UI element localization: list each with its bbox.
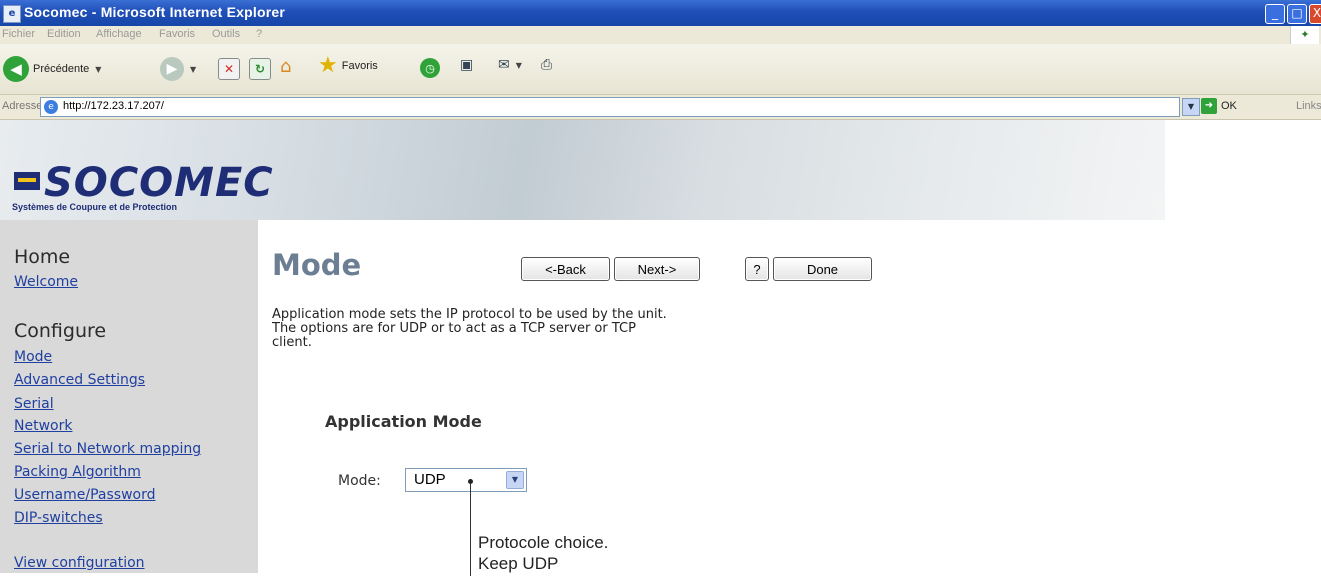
menu-favoris[interactable]: Favoris: [159, 28, 195, 40]
favorites-button[interactable]: ★ Favoris: [318, 55, 378, 77]
sidebar-link-view-configuration[interactable]: View configuration: [14, 555, 145, 571]
stop-button[interactable]: ✕: [218, 58, 240, 80]
back-dropdown-icon[interactable]: ▼: [95, 65, 101, 74]
page-icon: e: [44, 100, 58, 114]
window-titlebar: e Socomec - Microsoft Internet Explorer …: [0, 0, 1321, 26]
sidebar-link-serial-to-network[interactable]: Serial to Network mapping: [14, 441, 201, 457]
history-icon: ◷: [420, 58, 440, 78]
mode-select[interactable]: UDP ▼: [405, 468, 527, 492]
callout-text-line1: Protocole choice.: [478, 533, 609, 552]
description-line: The options are for UDP or to act as a T…: [272, 321, 636, 336]
star-icon: ★: [318, 53, 338, 78]
back-button[interactable]: ◀ Précédente ▼: [3, 56, 101, 82]
address-label: Adresse: [2, 100, 43, 112]
sidebar-link-network[interactable]: Network: [14, 418, 72, 434]
close-button[interactable]: X: [1309, 4, 1321, 24]
menu-affichage[interactable]: Affichage: [96, 28, 142, 40]
back-label: Précédente: [33, 63, 90, 75]
menu-outils[interactable]: Outils: [212, 28, 240, 40]
description-line: Application mode sets the IP protocol to…: [272, 307, 667, 322]
sidebar-link-username-password[interactable]: Username/Password: [14, 487, 155, 503]
menu-fichier[interactable]: Fichier: [2, 28, 35, 40]
favorites-label: Favoris: [341, 60, 378, 72]
page-banner: SOCOMEC Systèmes de Coupure et de Protec…: [0, 120, 1321, 220]
toolbar: ◀ Précédente ▼ ▶ ▼ ✕ ↻ ⌂ ★ Favoris ◷ ▣ ✉…: [0, 44, 1321, 95]
next-page-button[interactable]: Next->: [614, 257, 700, 281]
window-title: Socomec - Microsoft Internet Explorer: [24, 4, 286, 20]
refresh-button[interactable]: ↻: [249, 58, 271, 80]
sidebar-link-mode[interactable]: Mode: [14, 349, 52, 365]
callout-text-line2: Keep UDP: [478, 554, 559, 573]
sidebar-link-dip-switches[interactable]: DIP-switches: [14, 510, 103, 526]
address-input[interactable]: e http://172.23.17.207/: [40, 97, 1180, 117]
sidebar-nav: Home Welcome Configure Mode Advanced Set…: [0, 220, 258, 573]
refresh-icon: ↻: [249, 58, 271, 80]
forward-arrow-icon: ▶: [160, 57, 184, 81]
windows-logo-icon: ✦: [1290, 26, 1319, 44]
address-url: http://172.23.17.207/: [63, 100, 164, 112]
sidebar-link-packing-algorithm[interactable]: Packing Algorithm: [14, 464, 141, 480]
mail-dropdown-icon[interactable]: ▼: [516, 61, 522, 70]
menu-bar: Fichier Edition Affichage Favoris Outils…: [0, 26, 1321, 45]
address-bar: Adresse e http://172.23.17.207/ ▼ ➜ OK L…: [0, 95, 1321, 120]
home-button[interactable]: ⌂: [280, 57, 302, 77]
main-content: Mode <-Back Next-> ? Done Application mo…: [258, 220, 1321, 576]
sidebar-link-welcome[interactable]: Welcome: [14, 274, 78, 290]
logo-mark-icon: [14, 172, 40, 190]
go-arrow-icon[interactable]: ➜: [1201, 98, 1217, 114]
callout-leader-line: [470, 484, 471, 576]
back-arrow-icon: ◀: [3, 56, 29, 82]
page-title: Mode: [272, 248, 362, 282]
menu-edition[interactable]: Edition: [47, 28, 81, 40]
media-icon: ▣: [460, 57, 474, 73]
maximize-button[interactable]: □: [1287, 4, 1307, 24]
print-button[interactable]: ⎙: [541, 57, 552, 73]
home-icon: ⌂: [280, 56, 292, 77]
mail-button[interactable]: ✉ ▼: [498, 57, 522, 73]
address-dropdown-icon[interactable]: ▼: [1182, 98, 1200, 116]
socomec-logo: SOCOMEC Systèmes de Coupure et de Protec…: [8, 138, 274, 224]
menu-help[interactable]: ?: [256, 28, 262, 40]
description-line: client.: [272, 335, 312, 350]
sidebar-link-advanced-settings[interactable]: Advanced Settings: [14, 372, 145, 388]
minimize-button[interactable]: _: [1265, 4, 1285, 24]
logo-wordmark: SOCOMEC: [44, 160, 274, 206]
ie-app-icon: e: [3, 5, 21, 23]
logo-tagline: Systèmes de Coupure et de Protection: [12, 202, 178, 212]
stop-icon: ✕: [218, 58, 240, 80]
sidebar-link-serial[interactable]: Serial: [14, 396, 54, 412]
help-button[interactable]: ?: [745, 257, 769, 281]
forward-dropdown-icon[interactable]: ▼: [190, 65, 196, 74]
sidebar-heading-configure: Configure: [14, 320, 107, 342]
mode-select-value: UDP: [414, 471, 446, 488]
mail-icon: ✉: [498, 57, 510, 73]
section-heading: Application Mode: [325, 412, 482, 431]
back-page-button[interactable]: <-Back: [521, 257, 610, 281]
go-button[interactable]: OK: [1221, 100, 1237, 112]
chevron-down-icon[interactable]: ▼: [506, 471, 524, 489]
media-button[interactable]: ▣: [460, 57, 473, 73]
printer-icon: ⎙: [541, 57, 553, 73]
mode-label: Mode:: [338, 473, 381, 489]
history-button[interactable]: ◷: [420, 58, 440, 78]
sidebar-heading-home: Home: [14, 246, 71, 268]
forward-button[interactable]: ▶ ▼: [160, 57, 196, 81]
links-button[interactable]: Links: [1296, 100, 1321, 112]
done-button[interactable]: Done: [773, 257, 872, 281]
mode-description: Application mode sets the IP protocol to…: [272, 308, 812, 350]
